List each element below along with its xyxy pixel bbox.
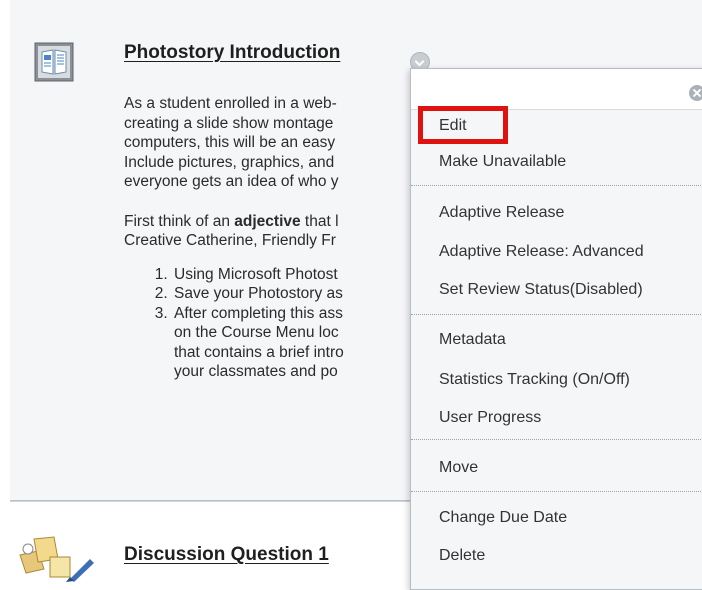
menu-item-metadata[interactable]: Metadata bbox=[439, 331, 506, 349]
list-item-text: on the Course Menu loc bbox=[174, 324, 339, 341]
list-item-text: After completing this ass bbox=[174, 304, 343, 322]
menu-item-adaptive-release[interactable]: Adaptive Release bbox=[439, 204, 564, 222]
text-line: First think of an adjective that l bbox=[124, 212, 424, 232]
document-icon bbox=[34, 42, 74, 82]
menu-divider bbox=[411, 439, 702, 440]
menu-item-change-due-date[interactable]: Change Due Date bbox=[439, 509, 567, 527]
discussion-icon bbox=[14, 529, 94, 582]
menu-divider bbox=[411, 314, 702, 315]
list-item: Save your Photostory as bbox=[172, 284, 424, 304]
list-item: After completing this ass on the Course … bbox=[172, 304, 424, 382]
item-title[interactable]: Discussion Question 1 bbox=[124, 544, 329, 566]
highlight-box bbox=[418, 106, 508, 144]
menu-item-user-progress[interactable]: User Progress bbox=[439, 409, 541, 427]
menu-divider bbox=[411, 491, 702, 492]
menu-item-adaptive-release-advanced[interactable]: Adaptive Release: Advanced bbox=[439, 243, 644, 261]
bold-word: adjective bbox=[234, 212, 301, 230]
list-item-text: your classmates and po bbox=[174, 363, 338, 380]
list-item: Using Microsoft Photost bbox=[172, 265, 424, 285]
item-title[interactable]: Photostory Introduction bbox=[124, 42, 340, 64]
item-description: As a student enrolled in a web- creating… bbox=[124, 94, 424, 382]
menu-item-delete[interactable]: Delete bbox=[439, 547, 485, 565]
list-item-text: that contains a brief intro bbox=[174, 343, 344, 361]
context-menu: Edit Make Unavailable Adaptive Release A… bbox=[410, 68, 702, 590]
text-line: Creative Catherine, Friendly Fr bbox=[124, 232, 336, 249]
menu-item-move[interactable]: Move bbox=[439, 459, 478, 477]
menu-item-make-unavailable[interactable]: Make Unavailable bbox=[439, 153, 566, 171]
text-fragment: First think of an bbox=[124, 212, 235, 230]
text-line: Include pictures, graphics, and bbox=[124, 153, 335, 171]
close-icon[interactable] bbox=[689, 85, 702, 101]
menu-item-set-review-status[interactable]: Set Review Status(Disabled) bbox=[439, 281, 643, 299]
menu-divider bbox=[411, 185, 702, 186]
context-menu-header bbox=[411, 69, 702, 110]
steps-list: Using Microsoft Photost Save your Photos… bbox=[124, 265, 424, 382]
text-line: As a student enrolled in a web- bbox=[124, 95, 337, 112]
text-line: computers, this will be an easy bbox=[124, 134, 336, 151]
text-line: creating a slide show montage bbox=[124, 114, 334, 132]
text-fragment: that l bbox=[300, 212, 339, 230]
text-line: everyone gets an idea of who y bbox=[124, 173, 339, 190]
menu-item-statistics-tracking[interactable]: Statistics Tracking (On/Off) bbox=[439, 371, 630, 389]
